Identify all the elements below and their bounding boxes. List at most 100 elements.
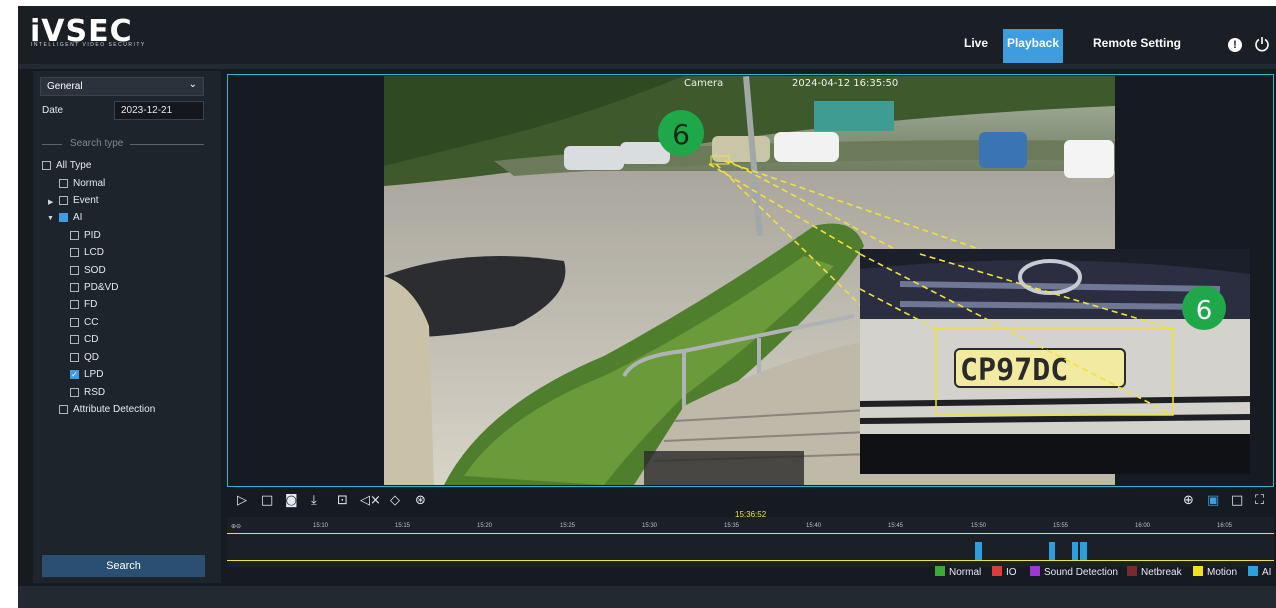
marker-number-inset: 6 — [1196, 296, 1213, 326]
event-checkbox[interactable] — [59, 196, 68, 205]
search-button[interactable]: Search — [42, 555, 205, 577]
info-icon[interactable]: ! — [1228, 38, 1242, 52]
legend-normal: Normal — [935, 566, 981, 580]
ai-item-cc: CC — [84, 317, 99, 328]
app-window: iVSEC INTELLIGENT VIDEO SECURITY Live Pl… — [18, 6, 1276, 608]
lpd-checkbox[interactable]: ✓ — [70, 370, 79, 379]
legend-swatch — [1248, 566, 1258, 576]
svg-text:CP97DC: CP97DC — [960, 353, 1068, 388]
search-sidebar — [33, 71, 221, 583]
divider-right — [130, 144, 204, 145]
timeline-tick: 15:25 — [560, 523, 576, 529]
tag-icon[interactable]: ◇ — [390, 493, 400, 508]
timeline-tick: 15:15 — [395, 523, 411, 529]
caret-down-icon[interactable]: ▼ — [47, 215, 54, 222]
fullscreen-icon[interactable]: ⛶ — [1255, 493, 1264, 508]
ai-checkbox[interactable] — [59, 213, 68, 222]
pdvd-checkbox[interactable] — [70, 283, 79, 292]
pid-checkbox[interactable] — [70, 231, 79, 240]
ai-item-rsd: RSD — [84, 387, 106, 398]
attribute-detection-checkbox[interactable] — [59, 405, 68, 414]
date-label: Date — [42, 105, 64, 116]
ai-item-lpd: LPD — [84, 369, 104, 380]
cd-checkbox[interactable] — [70, 335, 79, 344]
download-icon[interactable]: ⤓ — [311, 493, 317, 508]
snapshot-icon[interactable]: ◙ — [285, 493, 298, 508]
normal-label: Normal — [73, 178, 106, 189]
ai-item-fd: FD — [84, 299, 98, 310]
ai-search-icon[interactable]: ⊛ — [415, 493, 426, 508]
legend-label: Normal — [949, 567, 982, 578]
timeline-tick: 15:30 — [642, 523, 658, 529]
legend-label: Sound Detection — [1044, 567, 1118, 578]
ai-label: AI — [73, 212, 83, 223]
all-type-label: All Type — [56, 160, 92, 171]
nav-playback[interactable]: Playback — [1003, 29, 1063, 63]
legend-label: IO — [1006, 567, 1017, 578]
legend-label: AI — [1262, 567, 1272, 578]
legend-swatch — [935, 566, 945, 576]
play-icon[interactable]: ▷ — [237, 493, 247, 508]
top-bar: iVSEC INTELLIGENT VIDEO SECURITY Live Pl… — [18, 6, 1276, 64]
lcd-checkbox[interactable] — [70, 248, 79, 257]
timeline-track[interactable] — [227, 533, 1274, 561]
ai-item-cd: CD — [84, 334, 99, 345]
timeline-tick: 15:55 — [1053, 523, 1069, 529]
ai-recording-segment[interactable] — [975, 542, 982, 560]
timeline-tick: 15:20 — [477, 523, 493, 529]
timeline-zoom-icon[interactable]: ⊕⊖ — [231, 523, 241, 530]
chevron-down-icon: ⌄ — [188, 79, 197, 90]
single-view-icon[interactable]: ▣ — [1207, 493, 1219, 508]
brand-tagline: INTELLIGENT VIDEO SECURITY — [31, 42, 146, 48]
ai-item-sod: SOD — [84, 265, 106, 276]
video-overlay-camera: Camera — [684, 78, 723, 89]
normal-checkbox[interactable] — [59, 179, 68, 188]
rsd-checkbox[interactable] — [70, 388, 79, 397]
window-icon[interactable]: □ — [1231, 493, 1243, 508]
cc-checkbox[interactable] — [70, 318, 79, 327]
legend-swatch — [1030, 566, 1040, 576]
sod-checkbox[interactable] — [70, 266, 79, 275]
ai-recording-segment[interactable] — [1049, 542, 1055, 560]
ai-item-pdvd: PD&VD — [84, 282, 119, 293]
header-divider — [18, 64, 1276, 69]
ai-item-pid: PID — [84, 230, 101, 241]
fd-checkbox[interactable] — [70, 300, 79, 309]
caret-right-icon[interactable]: ▶ — [48, 198, 53, 206]
legend-io: IO — [992, 566, 1017, 580]
legend-swatch — [1127, 566, 1137, 576]
ai-recording-segment[interactable] — [1080, 542, 1087, 560]
legend-ai: AI — [1248, 566, 1271, 580]
ai-item-lcd: LCD — [84, 247, 105, 258]
video-overlay-timestamp: 2024-04-12 16:35:50 — [792, 78, 898, 89]
timeline-tick: 15:40 — [806, 523, 822, 529]
qd-checkbox[interactable] — [70, 353, 79, 362]
legend-label: Motion — [1207, 567, 1238, 578]
plate-zoom-inset: CP97DC 6 — [860, 249, 1250, 474]
ai-recording-segment[interactable] — [1072, 542, 1078, 560]
all-type-checkbox[interactable] — [42, 161, 51, 170]
mode-select[interactable]: General ⌄ — [40, 77, 204, 96]
legend-netbreak: Netbreak — [1127, 566, 1182, 580]
date-field[interactable]: 2023-12-21 — [114, 101, 204, 120]
legend-label: Netbreak — [1141, 567, 1182, 578]
search-type-heading: Search type — [70, 138, 124, 149]
timeline-tick: 16:05 — [1217, 523, 1233, 529]
speed-icon[interactable]: ⊡ — [337, 493, 348, 508]
timeline-tick: 15:10 — [313, 523, 329, 529]
stop-icon[interactable]: □ — [261, 493, 273, 508]
zoom-icon[interactable]: ⊕ — [1183, 493, 1194, 508]
mute-icon[interactable]: ◁× — [360, 493, 381, 508]
timeline-tick: 15:50 — [971, 523, 987, 529]
timeline-tick: 15:35 — [724, 523, 740, 529]
nav-remote-setting[interactable]: Remote Setting — [1090, 29, 1184, 63]
current-time-label: 15:36:52 — [735, 510, 767, 519]
mode-select-value: General — [47, 81, 83, 92]
status-strip — [18, 586, 1276, 608]
legend-sound-detection: Sound Detection — [1030, 566, 1118, 580]
legend-swatch — [992, 566, 1002, 576]
nav-live[interactable]: Live — [956, 29, 996, 63]
timeline-tick: 15:45 — [888, 523, 904, 529]
playback-timeline[interactable]: ⊕⊖ 15:10 15:15 15:20 15:25 15:30 15:35 1… — [227, 510, 1274, 567]
power-icon[interactable] — [1254, 36, 1270, 55]
